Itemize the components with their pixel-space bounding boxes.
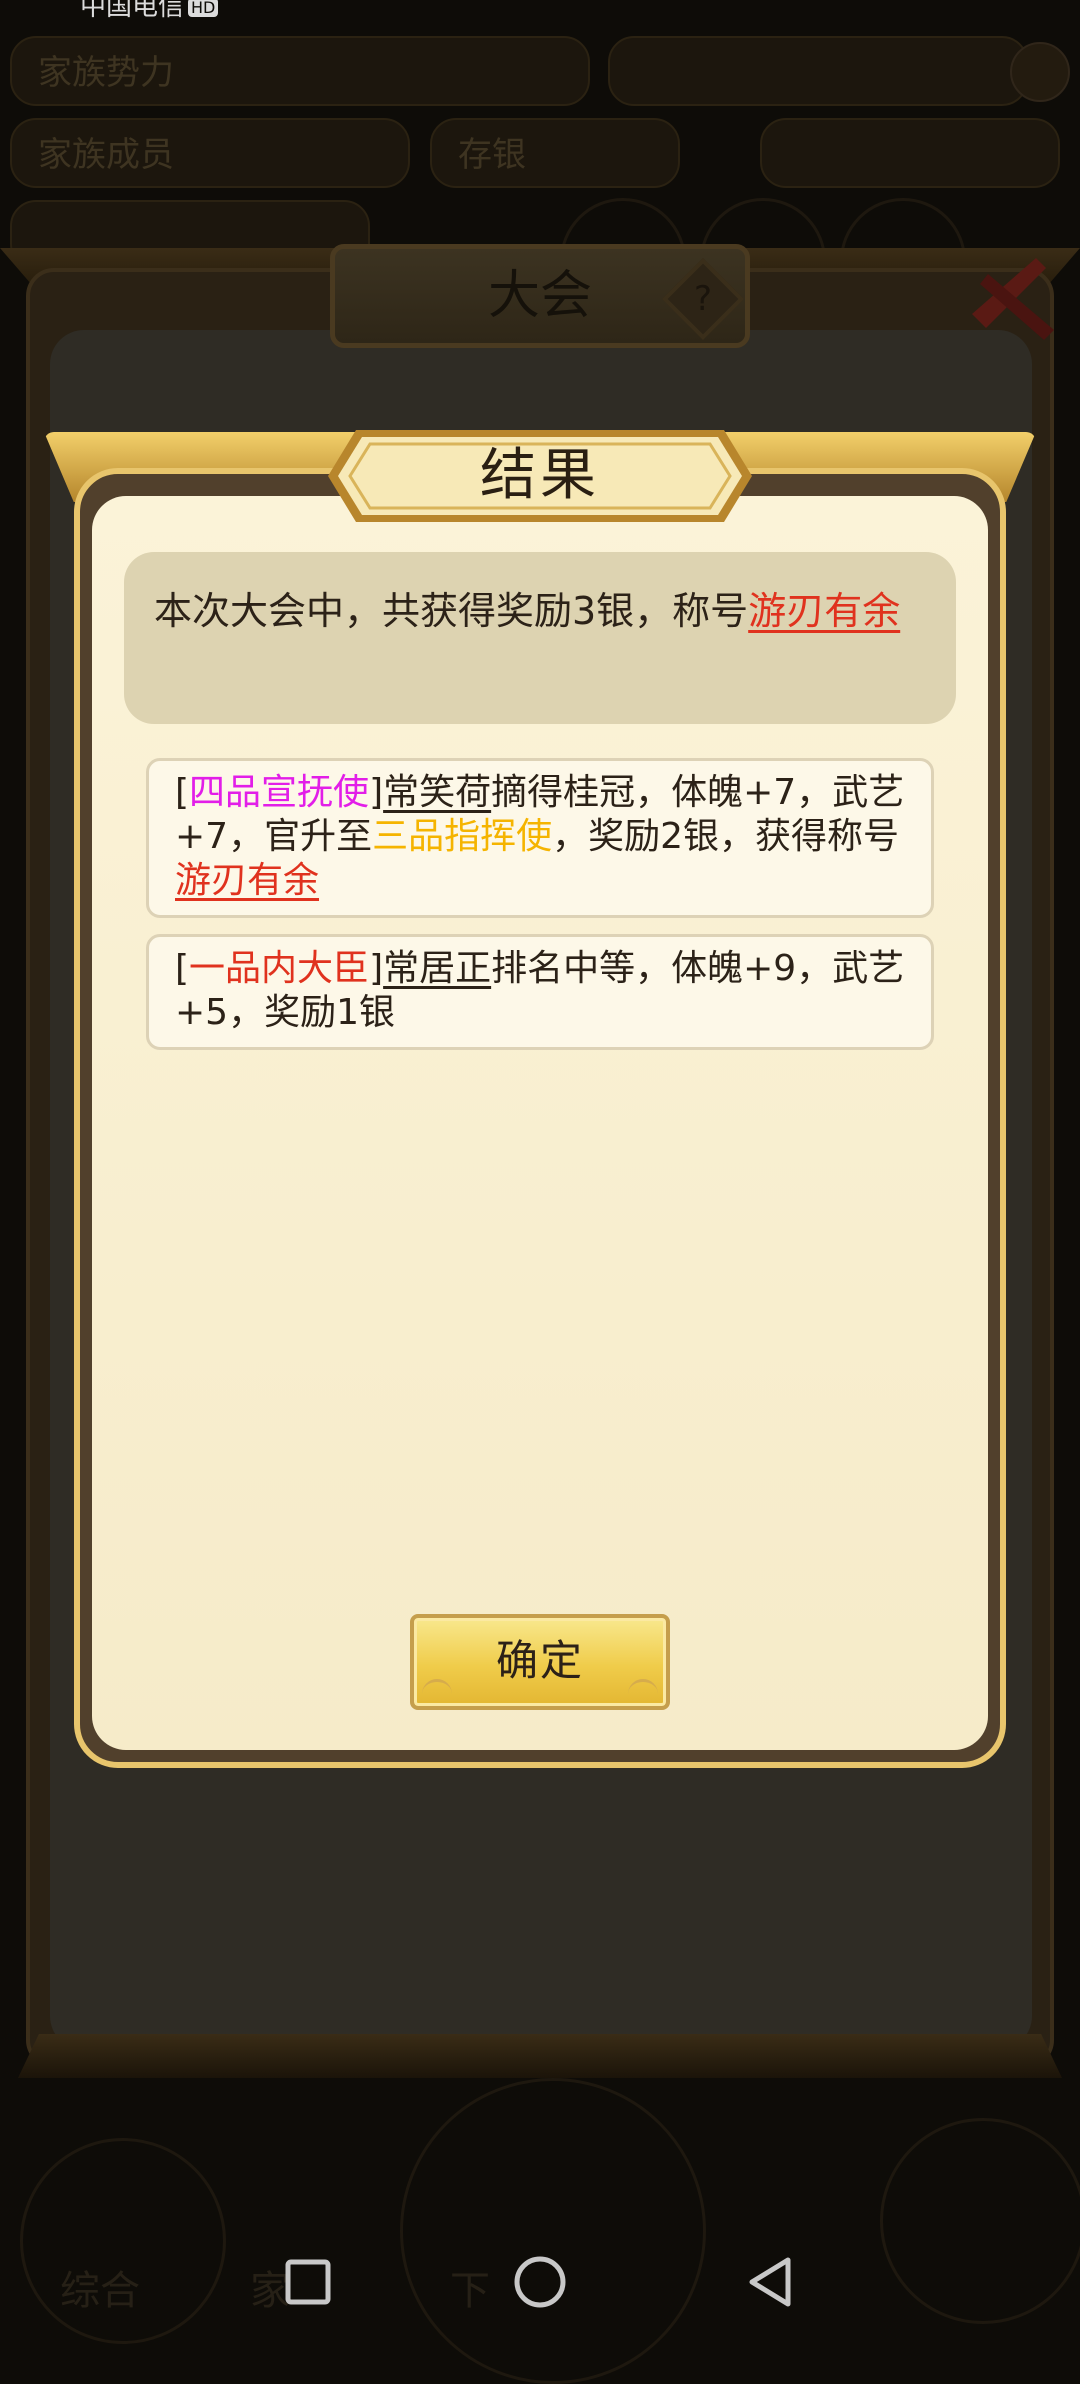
dialog-title-plaque: 结果 — [326, 428, 754, 524]
bracket-open: [ — [175, 772, 190, 813]
outer-panel-bottom-rail — [18, 2034, 1062, 2078]
new-rank-label: 三品指挥使 — [372, 816, 553, 857]
recent-apps-icon[interactable] — [280, 2254, 336, 2310]
bg-stat-members-label: 家族成员 — [38, 135, 174, 175]
bg-stat-power: 家族势力 — [10, 36, 590, 106]
log-entry: [四品宣抚使]常笑荷摘得桂冠，体魄+7，武艺+7，官升至三品指挥使，奖励2银，获… — [146, 758, 934, 918]
hd-icon: HD — [188, 0, 219, 17]
bracket-close: ] — [369, 772, 384, 813]
person-name-link[interactable]: 常笑荷 — [383, 772, 491, 813]
title-name-link[interactable]: 游刃有余 — [175, 860, 319, 901]
summary-title-name[interactable]: 游刃有余 — [748, 589, 900, 633]
confirm-button[interactable]: 确定 — [410, 1614, 670, 1710]
back-icon[interactable] — [742, 2254, 798, 2310]
confirm-button-label: 确定 — [495, 1636, 584, 1685]
bg-help-round — [1010, 42, 1070, 102]
bg-stat-members: 家族成员 — [10, 118, 410, 188]
navigation-bar — [0, 2220, 1080, 2340]
dialog-title: 结果 — [480, 443, 600, 508]
summary-box: 本次大会中，共获得奖励3银，称号游刃有余 — [124, 552, 956, 724]
rank-label: 一品内大臣 — [189, 948, 370, 989]
home-icon[interactable] — [512, 2254, 568, 2310]
close-icon[interactable] — [958, 244, 1068, 354]
help-icon-glyph: ? — [693, 279, 713, 319]
button-ornament — [422, 1679, 452, 1700]
bg-stat-silver: 存银 — [430, 118, 680, 188]
person-name-link[interactable]: 常居正 — [383, 948, 491, 989]
log-text: ，奖励2银，获得称号 — [552, 816, 899, 857]
button-ornament — [628, 1679, 658, 1700]
bg-stat-silver-label: 存银 — [458, 135, 526, 175]
bg-stat-power-label: 家族势力 — [38, 53, 174, 93]
bg-stat-right — [760, 118, 1060, 188]
bg-stat-counter — [608, 36, 1028, 106]
bracket-close: ] — [369, 948, 384, 989]
summary-text: 本次大会中，共获得奖励3银，称号 — [154, 589, 749, 633]
rank-label: 四品宣抚使 — [189, 772, 370, 813]
status-bar: 中国电信 HD — [0, 0, 1080, 22]
bracket-open: [ — [175, 948, 190, 989]
log-entry: [一品内大臣]常居正排名中等，体魄+9，武艺+5，奖励1银 — [146, 934, 934, 1050]
